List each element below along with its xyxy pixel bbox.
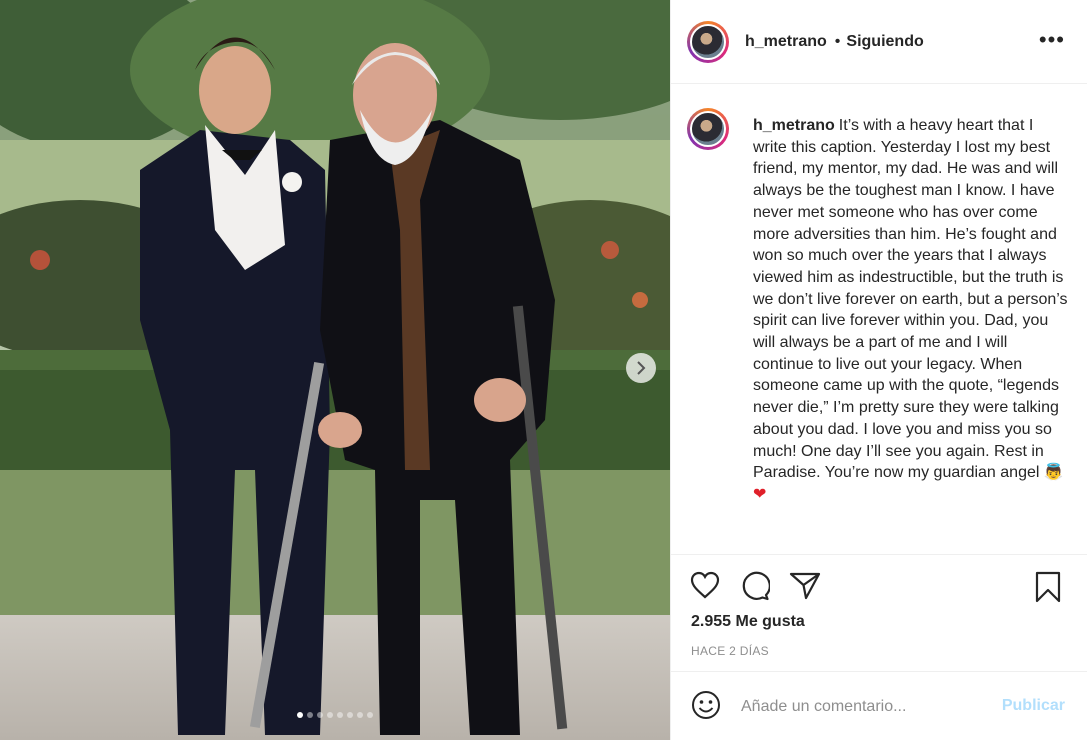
angel-emoji-icon: 👼 xyxy=(1043,464,1064,482)
comment-input[interactable] xyxy=(741,692,991,722)
likes-count[interactable]: 2.955 Me gusta xyxy=(691,613,805,631)
heart-icon xyxy=(690,571,720,599)
carousel-dot xyxy=(367,712,373,718)
save-button[interactable] xyxy=(1034,571,1062,608)
username-link[interactable]: h_metrano xyxy=(745,33,827,51)
carousel-dot xyxy=(357,712,363,718)
publish-button[interactable]: Publicar xyxy=(1002,697,1065,715)
avatar-image xyxy=(690,23,726,60)
like-button[interactable] xyxy=(690,571,720,604)
separator: • xyxy=(834,32,841,50)
share-button[interactable] xyxy=(789,571,821,606)
comment-button[interactable] xyxy=(740,571,771,606)
post-header: h_metrano • Siguiendo xyxy=(671,0,1087,84)
bookmark-icon xyxy=(1035,571,1061,603)
emoji-button[interactable] xyxy=(691,690,721,725)
carousel-next-button[interactable] xyxy=(626,353,656,383)
avatar[interactable] xyxy=(687,20,729,63)
post-sidebar: h_metrano • Siguiendo ••• h_metrano It’s … xyxy=(670,0,1087,740)
post-photo xyxy=(0,0,670,740)
more-icon: ••• xyxy=(1038,27,1065,52)
post-media[interactable] xyxy=(0,0,670,740)
post-date[interactable]: HACE 2 DÍAS xyxy=(691,644,769,658)
caption: h_metrano It’s with a heavy heart that I … xyxy=(753,115,1068,506)
comment-icon xyxy=(742,571,771,601)
carousel-dots xyxy=(0,712,670,718)
caption-area: h_metrano It’s with a heavy heart that I … xyxy=(671,84,1087,554)
avatar-image xyxy=(690,111,726,147)
share-icon xyxy=(789,572,821,600)
comment-bar: Publicar xyxy=(671,671,1087,740)
instagram-post: h_metrano • Siguiendo ••• h_metrano It’s … xyxy=(0,0,1087,740)
carousel-dot xyxy=(337,712,343,718)
carousel-dot xyxy=(297,712,303,718)
caption-text: It’s with a heavy heart that I write thi… xyxy=(753,117,1068,482)
carousel-dot xyxy=(347,712,353,718)
carousel-dot xyxy=(317,712,323,718)
caption-username-link[interactable]: h_metrano xyxy=(753,117,835,134)
chevron-right-icon xyxy=(637,361,646,375)
carousel-dot xyxy=(327,712,333,718)
carousel-dot xyxy=(307,712,313,718)
red-heart-emoji-icon: ❤ xyxy=(753,485,767,503)
caption-avatar[interactable] xyxy=(687,108,729,150)
action-bar xyxy=(671,554,1087,616)
emoji-icon xyxy=(692,691,720,719)
following-button[interactable]: Siguiendo xyxy=(846,33,923,51)
more-options-button[interactable]: ••• xyxy=(1038,27,1065,52)
